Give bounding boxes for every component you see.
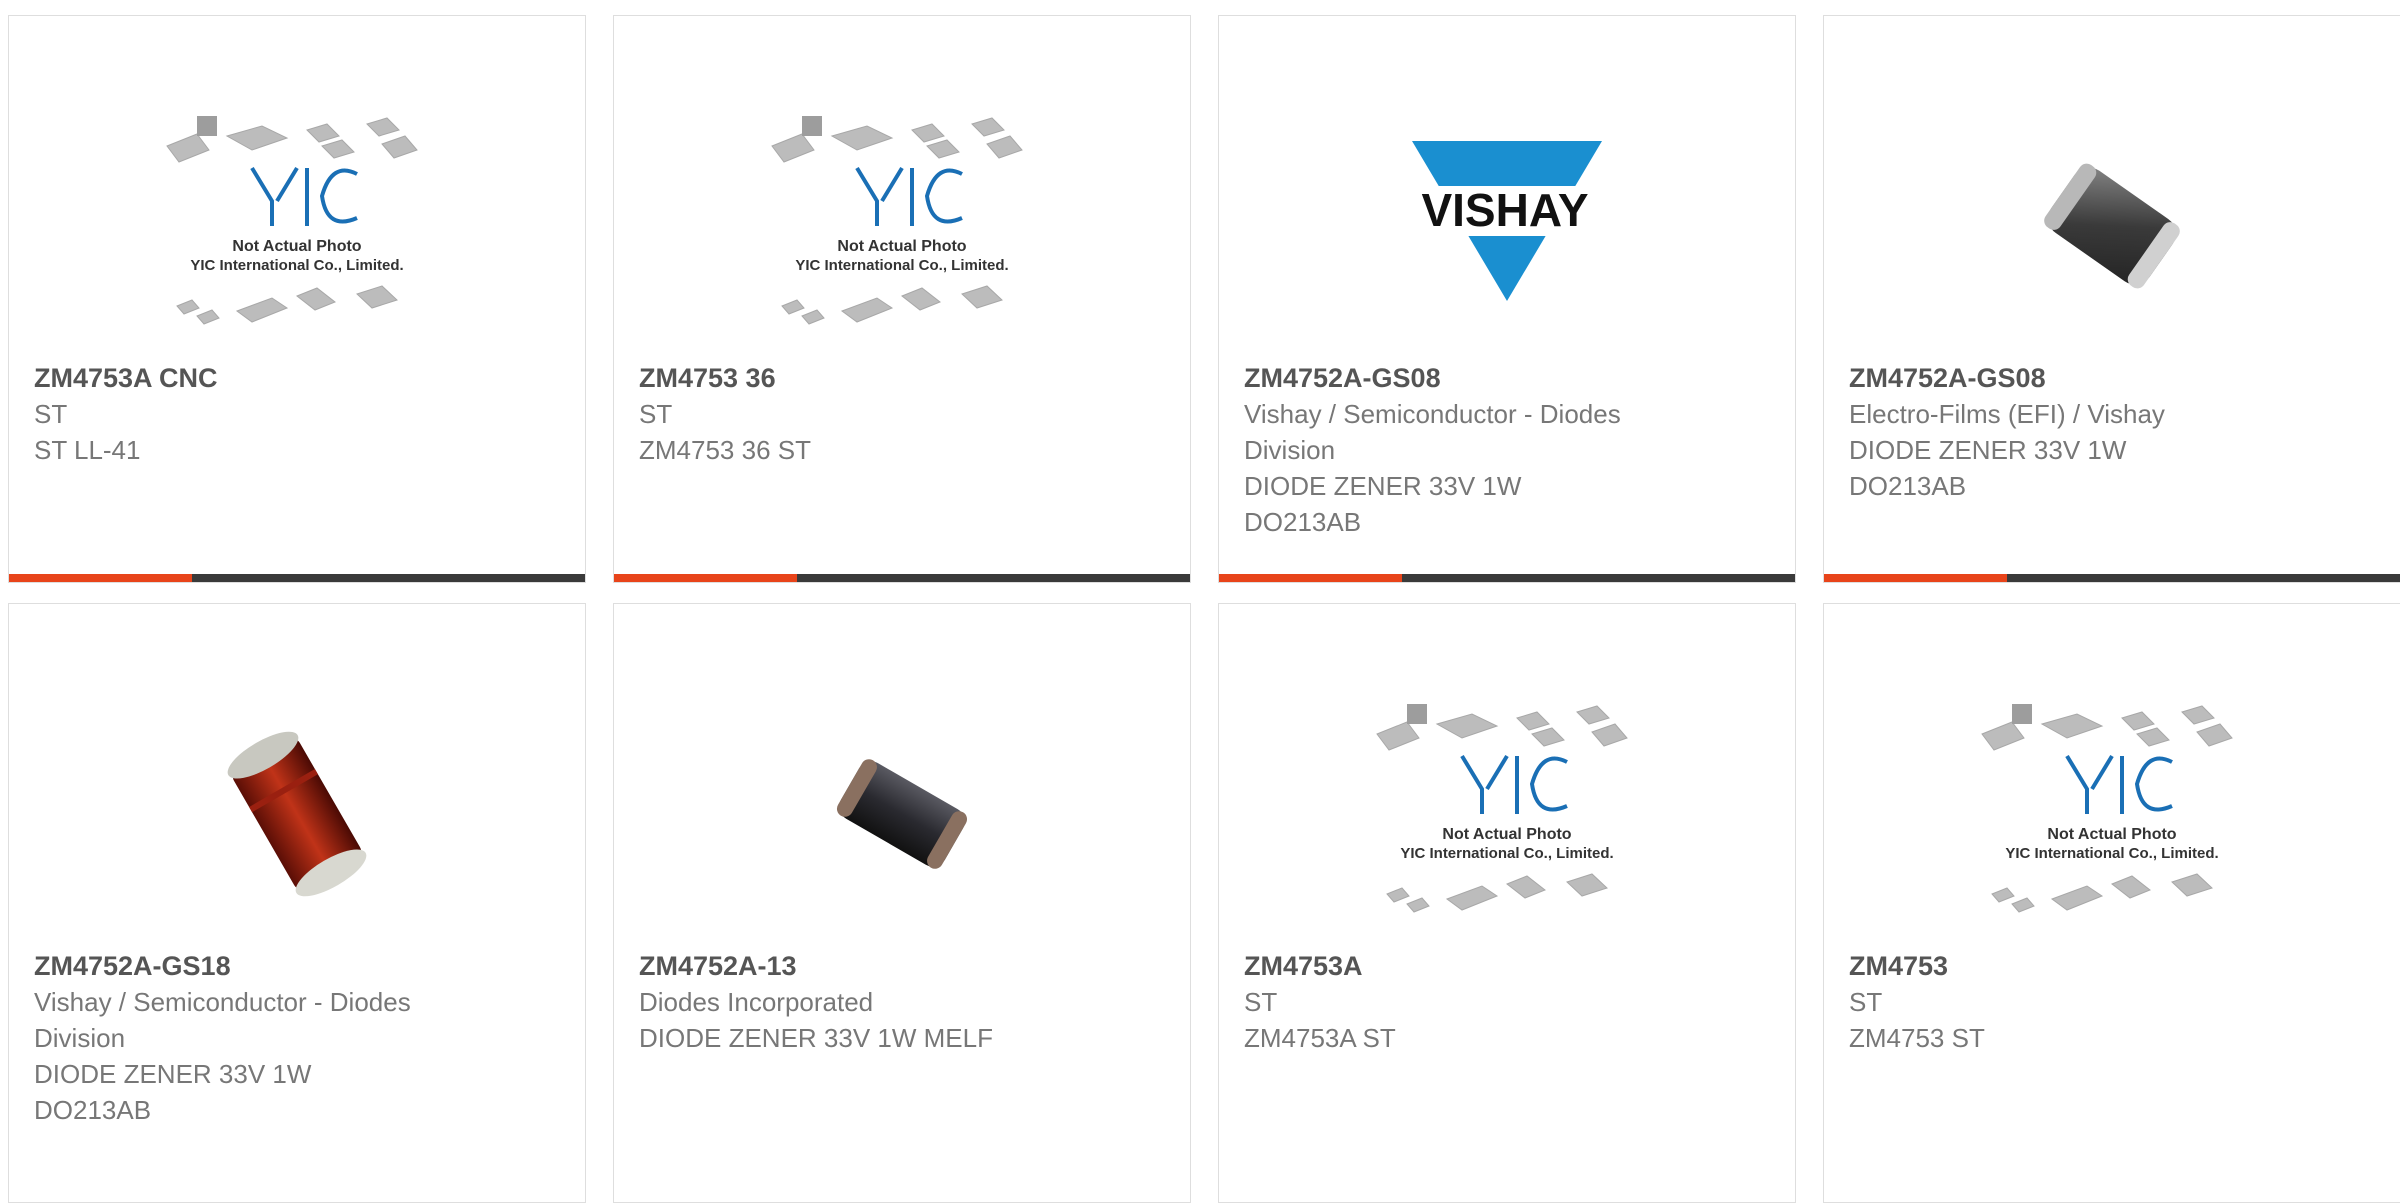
image-caption-1: Not Actual Photo xyxy=(232,238,361,255)
product-manufacturer-cont: Division xyxy=(1244,435,1336,465)
product-description: DIODE ZENER 33V 1W MELF xyxy=(639,1023,993,1053)
card-accent xyxy=(614,574,797,582)
card-progress-bar xyxy=(614,574,1190,582)
yic-placeholder-image: Not Actual Photo YIC International Co., … xyxy=(771,116,1023,325)
diode-grey-icon xyxy=(2044,163,2180,289)
product-image[interactable] xyxy=(157,674,437,954)
product-image[interactable]: Not Actual Photo YIC International Co., … xyxy=(157,86,437,366)
product-card[interactable]: ZM4752A-GS18 Vishay / Semiconductor - Di… xyxy=(8,603,586,1203)
product-part-number[interactable]: ZM4752A-GS08 xyxy=(1849,360,2380,396)
diode-red-icon xyxy=(227,731,367,897)
yic-placeholder-image: Not Actual Photo YIC International Co., … xyxy=(1376,704,1628,913)
product-description: ST LL-41 xyxy=(34,435,141,465)
product-card[interactable]: VISHAY ZM4752A-GS08 Vishay / Semiconduct… xyxy=(1218,15,1796,583)
product-image[interactable] xyxy=(762,674,1042,954)
product-part-number[interactable]: ZM4752A-GS08 xyxy=(1244,360,1775,396)
product-card[interactable]: Not Actual Photo YIC International Co., … xyxy=(1218,603,1796,1203)
product-info: ZM4753 ST ZM4753 ST xyxy=(1849,948,2380,1056)
vishay-logo-text: VISHAY xyxy=(1421,184,1588,236)
image-caption-1: Not Actual Photo xyxy=(1442,826,1571,843)
product-info: ZM4752A-GS08 Vishay / Semiconductor - Di… xyxy=(1244,360,1775,540)
product-info: ZM4752A-GS08 Electro-Films (EFI) / Visha… xyxy=(1849,360,2380,504)
product-card[interactable]: Not Actual Photo YIC International Co., … xyxy=(1823,603,2400,1203)
product-manufacturer: ST xyxy=(1849,987,1883,1017)
product-part-number[interactable]: ZM4753A xyxy=(1244,948,1775,984)
product-description: DIODE ZENER 33V 1W xyxy=(1849,435,2127,465)
product-image[interactable]: Not Actual Photo YIC International Co., … xyxy=(1367,674,1647,954)
product-part-number[interactable]: ZM4753 36 xyxy=(639,360,1170,396)
image-caption-2: YIC International Co., Limited. xyxy=(795,257,1008,274)
product-info: ZM4752A-13 Diodes Incorporated DIODE ZEN… xyxy=(639,948,1170,1056)
diode-black-icon xyxy=(836,759,968,869)
card-accent xyxy=(9,574,192,582)
yic-placeholder-image: Not Actual Photo YIC International Co., … xyxy=(1981,704,2233,913)
product-manufacturer: ST xyxy=(1244,987,1278,1017)
card-progress-bar xyxy=(1219,574,1795,582)
product-manufacturer: Electro-Films (EFI) / Vishay xyxy=(1849,399,2165,429)
product-manufacturer: ST xyxy=(34,399,68,429)
product-manufacturer-cont: Division xyxy=(34,1023,126,1053)
product-info: ZM4753 36 ST ZM4753 36 ST xyxy=(639,360,1170,468)
product-manufacturer: ST xyxy=(639,399,673,429)
card-accent xyxy=(1219,574,1402,582)
product-image[interactable]: Not Actual Photo YIC International Co., … xyxy=(762,86,1042,366)
product-package: DO213AB xyxy=(1849,471,1967,501)
product-card[interactable]: Not Actual Photo YIC International Co., … xyxy=(8,15,586,583)
product-image[interactable]: VISHAY xyxy=(1367,86,1647,366)
product-part-number[interactable]: ZM4753A CNC xyxy=(34,360,565,396)
product-info: ZM4753A CNC ST ST LL-41 xyxy=(34,360,565,468)
card-progress-bar xyxy=(9,574,585,582)
yic-placeholder-image: Not Actual Photo YIC International Co., … xyxy=(166,116,418,325)
product-package: DO213AB xyxy=(34,1095,152,1125)
image-caption-2: YIC International Co., Limited. xyxy=(190,257,403,274)
product-package: DO213AB xyxy=(1244,507,1362,537)
product-description: DIODE ZENER 33V 1W xyxy=(1244,471,1522,501)
product-description: ZM4753 ST xyxy=(1849,1023,1985,1053)
product-card[interactable]: ZM4752A-13 Diodes Incorporated DIODE ZEN… xyxy=(613,603,1191,1203)
image-caption-1: Not Actual Photo xyxy=(2047,826,2176,843)
product-part-number[interactable]: ZM4753 xyxy=(1849,948,2380,984)
product-part-number[interactable]: ZM4752A-GS18 xyxy=(34,948,565,984)
product-manufacturer: Diodes Incorporated xyxy=(639,987,874,1017)
image-caption-2: YIC International Co., Limited. xyxy=(2005,845,2218,862)
product-info: ZM4752A-GS18 Vishay / Semiconductor - Di… xyxy=(34,948,565,1128)
card-accent xyxy=(1824,574,2007,582)
product-image[interactable] xyxy=(1972,86,2252,366)
product-description: ZM4753A ST xyxy=(1244,1023,1396,1053)
image-caption-2: YIC International Co., Limited. xyxy=(1400,845,1613,862)
product-part-number[interactable]: ZM4752A-13 xyxy=(639,948,1170,984)
product-grid: Not Actual Photo YIC International Co., … xyxy=(8,15,2400,1203)
product-manufacturer: Vishay / Semiconductor - Diodes xyxy=(34,987,411,1017)
product-card[interactable]: ZM4752A-GS08 Electro-Films (EFI) / Visha… xyxy=(1823,15,2400,583)
product-description: ZM4753 36 ST xyxy=(639,435,811,465)
product-description: DIODE ZENER 33V 1W xyxy=(34,1059,312,1089)
image-caption-1: Not Actual Photo xyxy=(837,238,966,255)
product-manufacturer: Vishay / Semiconductor - Diodes xyxy=(1244,399,1621,429)
vishay-logo-icon: VISHAY xyxy=(1397,141,1617,301)
product-info: ZM4753A ST ZM4753A ST xyxy=(1244,948,1775,1056)
product-card[interactable]: Not Actual Photo YIC International Co., … xyxy=(613,15,1191,583)
product-image[interactable]: Not Actual Photo YIC International Co., … xyxy=(1972,674,2252,954)
card-progress-bar xyxy=(1824,574,2400,582)
